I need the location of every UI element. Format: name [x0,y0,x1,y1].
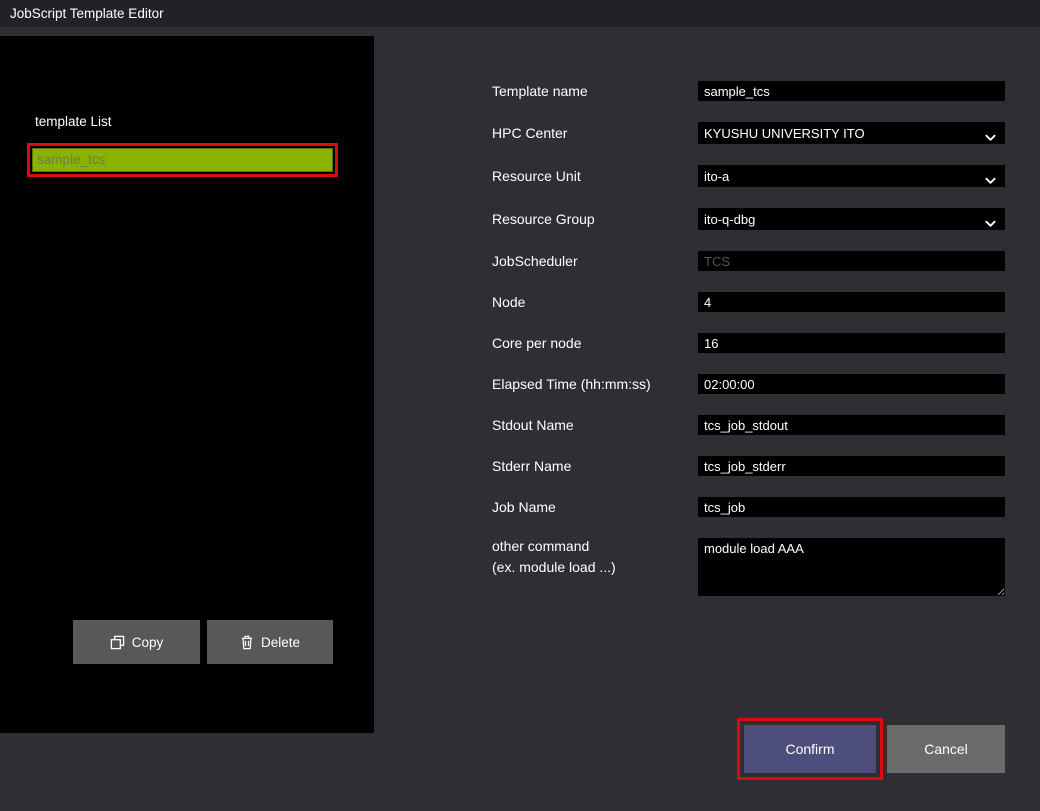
node-field[interactable] [698,292,1005,312]
copy-button[interactable]: Copy [73,620,200,664]
form-row-resource-unit: Resource Unit ito-a [492,165,1005,187]
template-list-item-selected[interactable]: sample_tcs [32,148,333,172]
hpc-center-label: HPC Center [492,125,698,141]
stdout-name-label: Stdout Name [492,417,698,433]
template-form: Template name HPC Center KYUSHU UNIVERSI… [492,81,1005,617]
page-title: JobScript Template Editor [10,6,164,21]
resource-unit-label: Resource Unit [492,168,698,184]
form-row-resource-group: Resource Group ito-q-dbg [492,208,1005,230]
job-name-field[interactable] [698,497,1005,517]
elapsed-time-field[interactable] [698,374,1005,394]
jobscript-template-editor: { "window": { "title": "JobScript Templa… [0,0,1040,811]
form-row-hpc-center: HPC Center KYUSHU UNIVERSITY ITO [492,122,1005,144]
delete-button-label: Delete [261,635,300,650]
form-row-job-name: Job Name [492,497,1005,517]
cancel-button[interactable]: Cancel [887,725,1005,773]
job-name-label: Job Name [492,499,698,515]
copy-icon [110,635,125,650]
confirm-button[interactable]: Confirm [744,725,876,773]
template-list-heading: template List [35,114,112,129]
delete-button[interactable]: Delete [207,620,333,664]
resource-unit-select-wrap: ito-a [698,165,1005,187]
jobscheduler-label: JobScheduler [492,253,698,269]
stderr-name-field[interactable] [698,456,1005,476]
template-name-field[interactable] [698,81,1005,101]
other-command-label: other command (ex. module load ...) [492,538,698,575]
copy-button-label: Copy [132,635,164,650]
title-bar: JobScript Template Editor [0,0,1040,27]
hpc-center-select-wrap: KYUSHU UNIVERSITY ITO [698,122,1005,144]
form-row-jobscheduler: JobScheduler [492,251,1005,271]
form-row-elapsed-time: Elapsed Time (hh:mm:ss) [492,374,1005,394]
resource-group-select[interactable]: ito-q-dbg [698,208,1005,230]
annotation-highlight-template-item: sample_tcs [27,143,338,177]
form-row-stdout-name: Stdout Name [492,415,1005,435]
form-row-core-per-node: Core per node [492,333,1005,353]
other-command-label-line2: (ex. module load ...) [492,559,688,575]
template-name-label: Template name [492,83,698,99]
core-per-node-label: Core per node [492,335,698,351]
stderr-name-label: Stderr Name [492,458,698,474]
resource-group-label: Resource Group [492,211,698,227]
core-per-node-field[interactable] [698,333,1005,353]
resource-unit-select[interactable]: ito-a [698,165,1005,187]
resource-group-select-wrap: ito-q-dbg [698,208,1005,230]
jobscheduler-field [698,251,1005,271]
form-row-stderr-name: Stderr Name [492,456,1005,476]
form-row-node: Node [492,292,1005,312]
form-row-template-name: Template name [492,81,1005,101]
hpc-center-select[interactable]: KYUSHU UNIVERSITY ITO [698,122,1005,144]
other-command-textarea[interactable]: module load AAA [698,538,1005,596]
stdout-name-field[interactable] [698,415,1005,435]
elapsed-time-label: Elapsed Time (hh:mm:ss) [492,376,698,392]
other-command-label-line1: other command [492,538,589,554]
node-label: Node [492,294,698,310]
annotation-highlight-confirm: Confirm [737,718,883,780]
form-row-other-command: other command (ex. module load ...) modu… [492,538,1005,596]
trash-icon [240,635,254,650]
template-list-panel: template List sample_tcs Copy Delete [0,36,374,733]
